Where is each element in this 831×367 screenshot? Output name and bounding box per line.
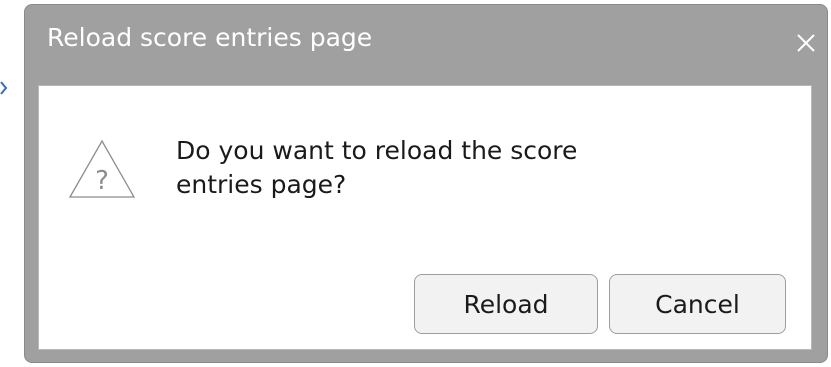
reload-dialog: Reload score entries page ? Do you want … xyxy=(24,4,828,363)
dialog-content: ? Do you want to reload the score entrie… xyxy=(38,85,812,350)
warning-question-icon: ? xyxy=(68,139,136,198)
dialog-titlebar: Reload score entries page xyxy=(25,5,827,85)
close-button[interactable] xyxy=(789,23,823,63)
reload-button[interactable]: Reload xyxy=(414,274,598,334)
warning-question-glyph: ? xyxy=(95,166,109,196)
close-icon xyxy=(797,34,815,52)
cancel-button[interactable]: Cancel xyxy=(609,274,786,334)
dialog-title: Reload score entries page xyxy=(47,23,373,52)
page: Reload score entries page ? Do you want … xyxy=(0,0,831,367)
edge-arrow-icon xyxy=(0,81,8,95)
dialog-message: Do you want to reload the score entries … xyxy=(176,136,578,199)
